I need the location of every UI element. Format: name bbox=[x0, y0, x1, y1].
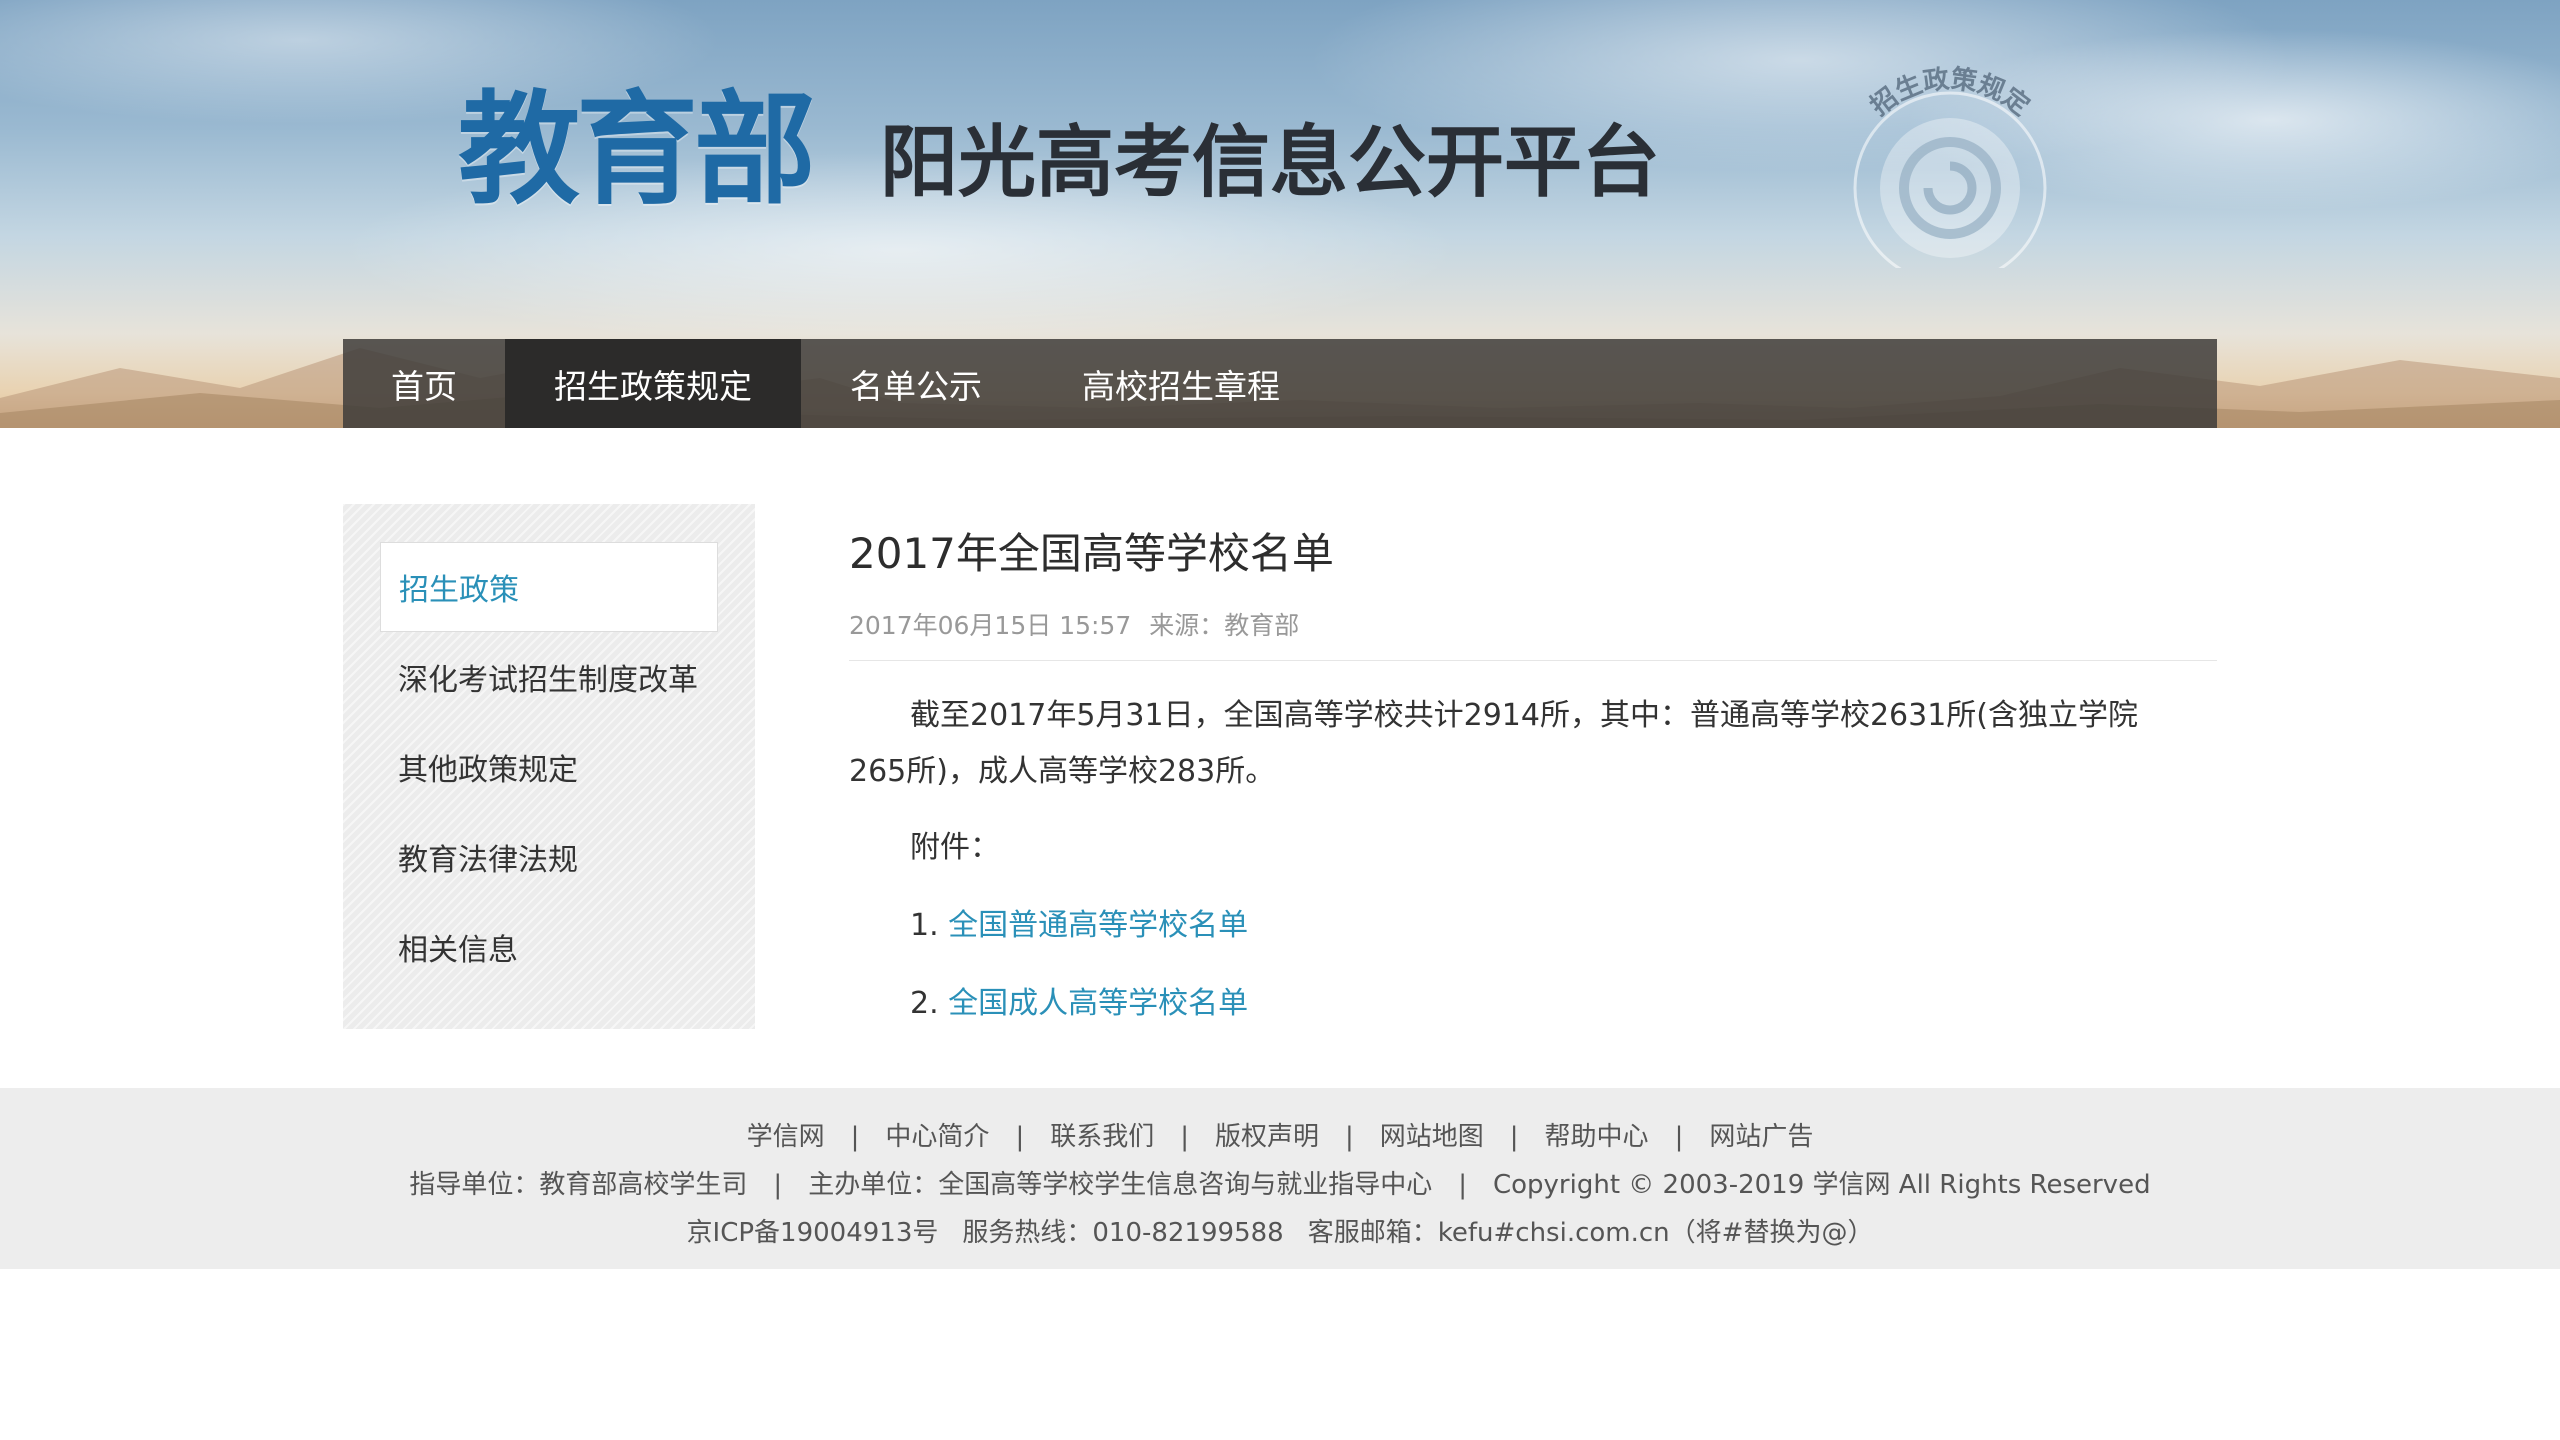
footer-link-copyright[interactable]: 版权声明 bbox=[1215, 1122, 1319, 1152]
attachment-number: 1. bbox=[910, 908, 939, 943]
sidebar-item-education-laws[interactable]: 教育法律法规 bbox=[380, 812, 718, 902]
footer-hotline: 服务热线：010-82199588 bbox=[962, 1218, 1284, 1248]
footer-email: 客服邮箱：kefu#chsi.com.cn（将#替换为@） bbox=[1307, 1218, 1874, 1248]
footer-separator: | bbox=[850, 1122, 860, 1152]
sidebar-item-admission-policy[interactable]: 招生政策 bbox=[380, 542, 718, 632]
footer-separator: | bbox=[1509, 1122, 1519, 1152]
sidebar: 招生政策 深化考试招生制度改革 其他政策规定 教育法律法规 相关信息 bbox=[343, 504, 755, 1029]
nav-item-home[interactable]: 首页 bbox=[343, 339, 505, 428]
attachment-label: 附件： bbox=[910, 830, 1000, 865]
logo-ministry: 教育部 bbox=[458, 77, 816, 221]
article-date: 2017年06月15日 15:57 bbox=[849, 611, 1132, 640]
attachment-link-adult-universities[interactable]: 全国成人高等学校名单 bbox=[948, 986, 1248, 1021]
nav-item-university-charter[interactable]: 高校招生章程 bbox=[1031, 339, 1331, 428]
footer-links: 学信网 | 中心简介 | 联系我们 | 版权声明 | 网站地图 | 帮助中心 | 网站广告 bbox=[0, 1116, 2560, 1153]
divider bbox=[849, 660, 2217, 661]
attachment-item: 2. 全国成人高等学校名单 bbox=[910, 978, 1248, 1022]
footer-separator: | bbox=[1015, 1122, 1025, 1152]
footer: 学信网 | 中心简介 | 联系我们 | 版权声明 | 网站地图 | 帮助中心 | 网站广告 指导单位：教… bbox=[0, 1088, 2560, 1269]
article-source: 来源：教育部 bbox=[1149, 611, 1300, 640]
attachment-item: 1. 全国普通高等学校名单 bbox=[910, 900, 1248, 944]
footer-separator: | bbox=[773, 1170, 783, 1200]
footer-link-contact[interactable]: 联系我们 bbox=[1050, 1122, 1154, 1152]
sidebar-item-related-info[interactable]: 相关信息 bbox=[380, 902, 718, 992]
footer-guide-unit: 指导单位：教育部高校学生司 bbox=[409, 1170, 748, 1200]
svg-text:招生政策规定: 招生政策规定 bbox=[1865, 63, 2035, 122]
seal-logo-icon: 招生政策规定 bbox=[1853, 63, 2047, 268]
sidebar-item-exam-reform[interactable]: 深化考试招生制度改革 bbox=[380, 632, 718, 722]
seal-text: 招生政策规定 bbox=[1865, 63, 2035, 122]
footer-separator: | bbox=[1674, 1122, 1684, 1152]
article-title: 2017年全国高等学校名单 bbox=[849, 529, 1334, 578]
attachment-link-regular-universities[interactable]: 全国普通高等学校名单 bbox=[948, 908, 1248, 943]
footer-icp: 京ICP备19004913号 bbox=[686, 1218, 939, 1248]
footer-host-unit: 主办单位：全国高等学校学生信息咨询与就业指导中心 bbox=[808, 1170, 1433, 1200]
footer-link-help[interactable]: 帮助中心 bbox=[1545, 1122, 1649, 1152]
footer-separator: | bbox=[1180, 1122, 1189, 1152]
attachment-number: 2. bbox=[910, 986, 939, 1021]
article-meta: 2017年06月15日 15:57 来源：教育部 bbox=[849, 606, 1317, 642]
footer-units-line: 指导单位：教育部高校学生司 | 主办单位：全国高等学校学生信息咨询与就业指导中心 | C… bbox=[0, 1164, 2560, 1201]
footer-contact-line: 京ICP备19004913号 服务热线：010-82199588 客服邮箱：kefu… bbox=[0, 1212, 2560, 1249]
sidebar-item-other-policies[interactable]: 其他政策规定 bbox=[380, 722, 718, 812]
footer-link-chsi[interactable]: 学信网 bbox=[747, 1122, 825, 1152]
logo-platform-title: 阳光高考信息公开平台 bbox=[880, 117, 1661, 208]
main-nav: 首页 招生政策规定 名单公示 高校招生章程 bbox=[343, 339, 2217, 428]
footer-link-about[interactable]: 中心简介 bbox=[885, 1122, 989, 1152]
nav-item-admission-policy[interactable]: 招生政策规定 bbox=[505, 339, 801, 428]
footer-separator: | bbox=[1458, 1170, 1467, 1200]
footer-copyright: Copyright © 2003-2019 学信网 All Rights Res… bbox=[1492, 1170, 2151, 1200]
footer-separator: | bbox=[1345, 1122, 1354, 1152]
footer-link-ads[interactable]: 网站广告 bbox=[1709, 1122, 1813, 1152]
footer-link-sitemap[interactable]: 网站地图 bbox=[1380, 1122, 1484, 1152]
article-paragraph: 截至2017年5月31日，全国高等学校共计2914所，其中：普通高等学校2631… bbox=[849, 698, 2139, 789]
nav-item-list-publicity[interactable]: 名单公示 bbox=[801, 339, 1031, 428]
